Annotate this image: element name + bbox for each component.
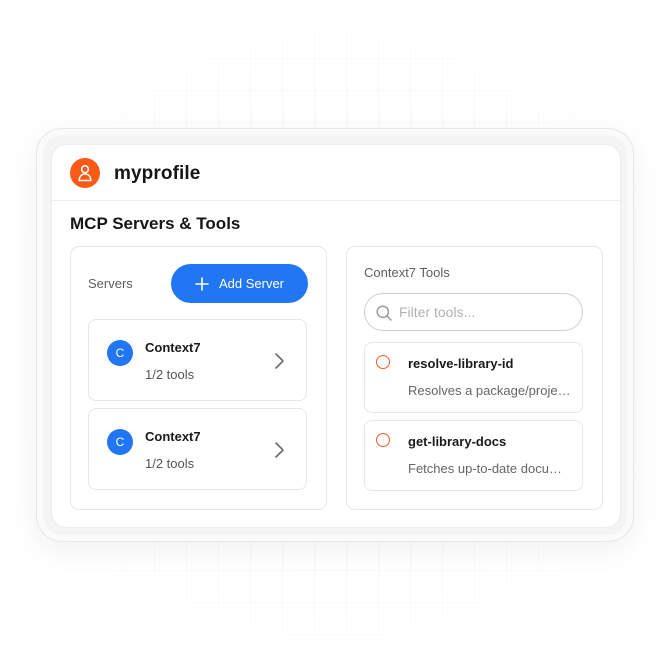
server-name: Context7 (145, 429, 201, 444)
server-item[interactable]: C Context7 1/2 tools (88, 408, 307, 490)
server-avatar: C (107, 340, 133, 366)
add-server-button[interactable]: Add Server (171, 264, 308, 303)
server-name: Context7 (145, 340, 201, 355)
tool-name: get-library-docs (408, 434, 507, 449)
device-frame: myprofile MCP Servers & Tools Servers Ad… (36, 128, 634, 542)
server-tool-count: 1/2 tools (145, 367, 195, 382)
chevron-right-icon (275, 442, 284, 458)
plus-icon (195, 276, 209, 291)
servers-label: Servers (88, 276, 133, 291)
tool-description: Fetches up-to-date documentation for a l… (408, 461, 571, 476)
search-icon (376, 305, 392, 321)
chevron-right-icon (275, 353, 284, 369)
tool-item[interactable]: get-library-docs Fetches up-to-date docu… (364, 420, 583, 491)
tool-name: resolve-library-id (408, 356, 514, 371)
servers-panel: Servers Add Server C Context7 1/2 tools … (70, 246, 327, 510)
filter-tools-input[interactable] (399, 302, 569, 322)
app-window: myprofile MCP Servers & Tools Servers Ad… (52, 145, 620, 527)
top-bar: myprofile (52, 145, 620, 201)
radio-unselected-icon[interactable] (376, 355, 390, 369)
tools-panel-label: Context7 Tools (364, 265, 450, 280)
filter-tools-field[interactable] (364, 293, 583, 331)
tools-panel: Context7 Tools resolve-library-id Resolv… (346, 246, 603, 510)
user-outline-icon[interactable] (70, 158, 100, 188)
radio-unselected-icon[interactable] (376, 433, 390, 447)
server-tool-count: 1/2 tools (145, 456, 195, 471)
add-server-label: Add Server (218, 276, 285, 291)
server-avatar: C (107, 429, 133, 455)
page-title: MCP Servers & Tools (70, 214, 241, 233)
brand-name: myprofile (114, 163, 201, 184)
tool-item[interactable]: resolve-library-id Resolves a package/pr… (364, 342, 583, 413)
tool-description: Resolves a package/project name to a lib… (408, 383, 571, 398)
server-item[interactable]: C Context7 1/2 tools (88, 319, 307, 401)
